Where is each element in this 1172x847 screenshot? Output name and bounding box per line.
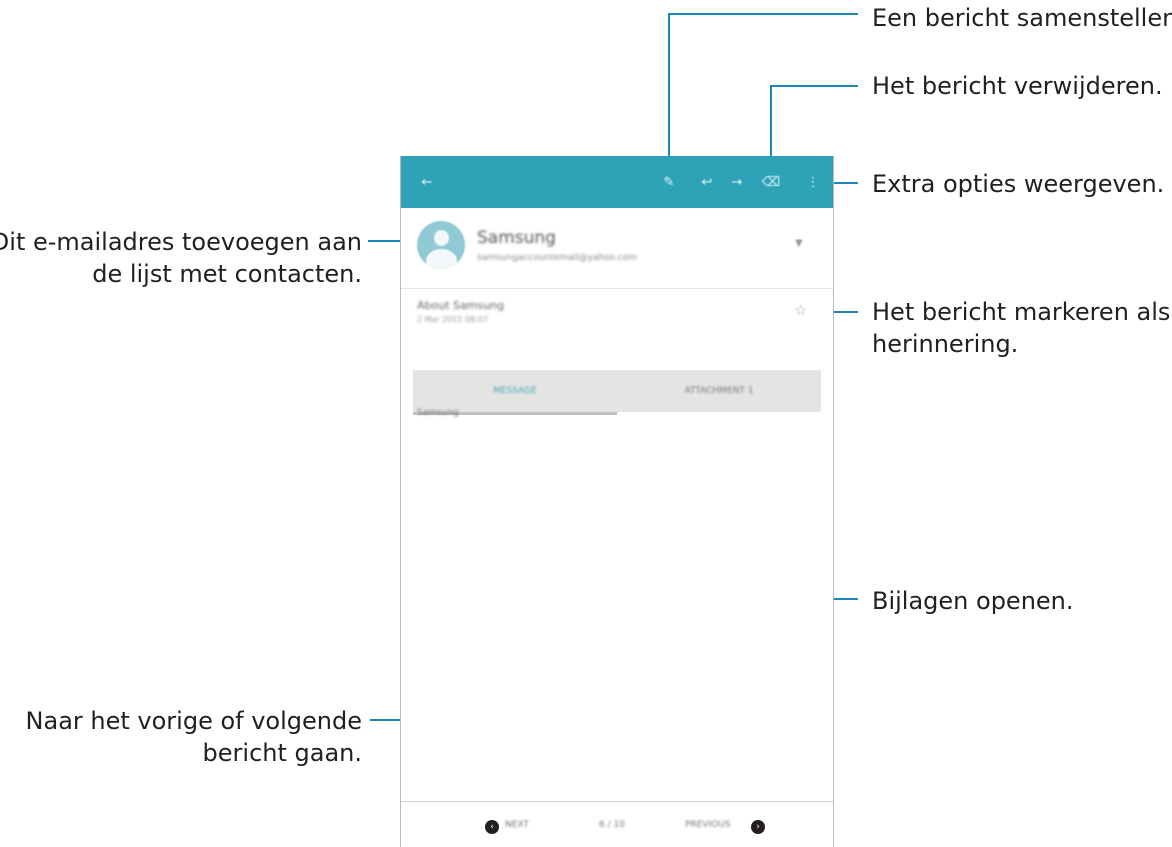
chevron-down-icon[interactable]: ▼ — [795, 238, 803, 249]
next-arrow-icon[interactable]: ‹ — [485, 820, 499, 834]
contact-avatar[interactable] — [417, 221, 465, 269]
delete-icon[interactable]: ⌫ — [761, 172, 781, 192]
next-message-button[interactable]: Next — [505, 820, 529, 830]
reply-icon[interactable]: ↩ — [697, 172, 717, 192]
message-tabs: Message Attachment 1 — [413, 370, 821, 412]
add-contact-callout-label-1: Dit e-mailadres toevoegen aan — [0, 228, 362, 256]
subject-row: About Samsung 2 Mar 2015 08:07 ☆ — [401, 289, 833, 361]
sender-email: samsungaccountemail@yahoo.com — [477, 253, 637, 263]
compose-callout-label: Een bericht samenstellen. — [872, 4, 1172, 32]
tab-message[interactable]: Message — [413, 370, 617, 412]
tab-attachment[interactable]: Attachment 1 — [617, 370, 821, 412]
email-screen: ← ✎ ↩ → ⌫ ⋮ Samsung samsungaccountemail@… — [400, 156, 834, 847]
sender-name: Samsung — [477, 228, 556, 248]
avatar-body-shape — [426, 249, 457, 269]
previous-message-button[interactable]: Previous — [685, 820, 731, 830]
add-contact-callout-label-2: de lijst met contacten. — [92, 260, 362, 288]
message-body: Samsung — [417, 408, 459, 418]
message-counter: 6 / 10 — [599, 820, 625, 830]
more-options-icon[interactable]: ⋮ — [803, 172, 823, 192]
more-options-callout-label: Extra opties weergeven. — [872, 170, 1165, 198]
delete-callout-label: Het bericht verwijderen. — [872, 72, 1163, 100]
attachments-callout-label: Bijlagen openen. — [872, 587, 1074, 615]
message-subject: About Samsung — [417, 299, 505, 312]
compose-icon[interactable]: ✎ — [659, 172, 679, 192]
star-icon[interactable]: ☆ — [794, 301, 807, 319]
message-date: 2 Mar 2015 08:07 — [417, 315, 489, 324]
forward-icon[interactable]: → — [727, 172, 747, 192]
sender-row: Samsung samsungaccountemail@yahoo.com ▼ — [401, 208, 833, 289]
back-arrow-icon[interactable]: ← — [417, 172, 437, 192]
navigation-callout-label-2: bericht gaan. — [202, 739, 362, 767]
toolbar: ← ✎ ↩ → ⌫ ⋮ — [401, 156, 833, 208]
avatar-head-shape — [434, 230, 449, 246]
compose-callout-line-horizontal — [668, 13, 858, 15]
previous-arrow-icon[interactable]: › — [751, 820, 765, 834]
navigation-callout-label-1: Naar het vorige of volgende — [25, 707, 362, 735]
reminder-callout-label-1: Het bericht markeren als — [872, 298, 1171, 326]
navigation-bar: ‹ Next 6 / 10 Previous › — [401, 801, 833, 847]
reminder-callout-label-2: herinnering. — [872, 330, 1019, 358]
delete-callout-line-horizontal — [770, 85, 858, 87]
